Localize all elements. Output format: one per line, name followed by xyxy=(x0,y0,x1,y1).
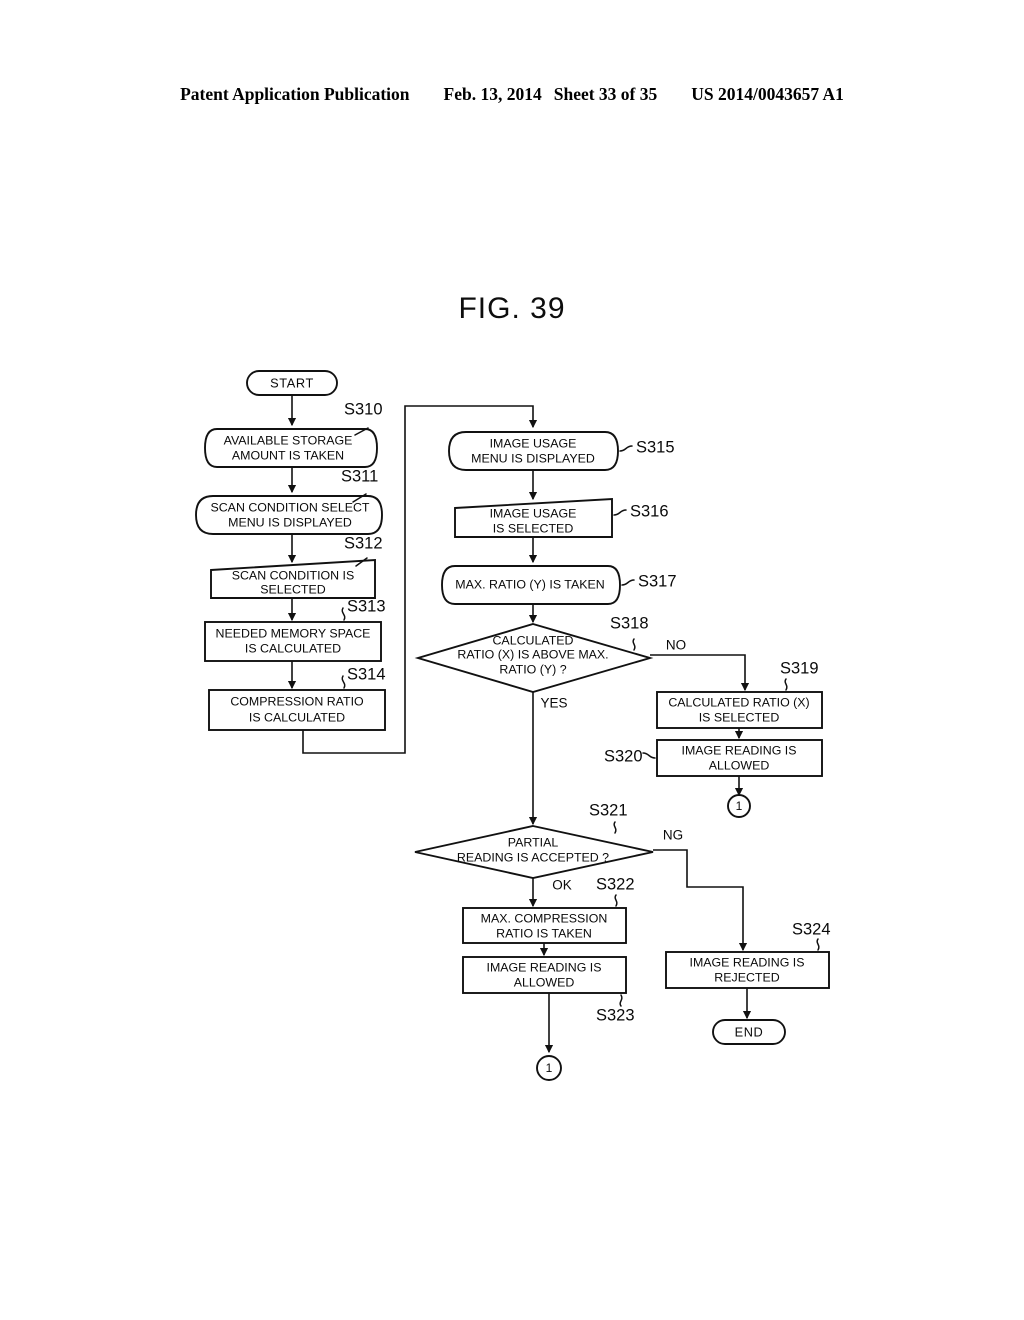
node-s311-line-1: MENU IS DISPLAYED xyxy=(228,515,352,529)
node-s312: SCAN CONDITION IS SELECTED xyxy=(210,558,376,599)
node-s323: IMAGE READING IS ALLOWED xyxy=(462,956,627,994)
step-label-s321: S321 xyxy=(589,801,628,819)
leader-s321 xyxy=(613,821,617,834)
node-s324-line-0: IMAGE READING IS xyxy=(690,955,805,969)
node-s318: CALCULATED RATIO (X) IS ABOVE MAX. RATIO… xyxy=(414,623,654,693)
node-s314-line-0: COMPRESSION RATIO xyxy=(230,694,364,708)
node-s319-line-1: IS SELECTED xyxy=(699,710,780,724)
leader-s320 xyxy=(642,752,656,759)
leader-s313 xyxy=(341,607,346,621)
connector-circle-b: 1 xyxy=(536,1055,562,1081)
step-label-s314: S314 xyxy=(347,665,386,683)
branch-label-s318-no: NO xyxy=(666,638,686,653)
leader-s316 xyxy=(613,509,627,516)
step-label-s315: S315 xyxy=(636,438,675,456)
edge-s318-no-s319 xyxy=(650,654,750,692)
step-label-s323: S323 xyxy=(596,1006,635,1024)
node-s315-line-1: MENU IS DISPLAYED xyxy=(471,451,595,465)
edge-s321-ng-s324 xyxy=(653,849,748,952)
step-label-s316: S316 xyxy=(630,502,669,520)
node-s314-line-1: IS CALCULATED xyxy=(249,710,345,724)
node-s316-line-1: IS SELECTED xyxy=(493,521,574,535)
node-s315: IMAGE USAGE MENU IS DISPLAYED xyxy=(448,431,619,471)
node-s314: COMPRESSION RATIO IS CALCULATED xyxy=(208,689,386,731)
node-s313: NEEDED MEMORY SPACE IS CALCULATED xyxy=(204,621,382,662)
node-s321-line-0: PARTIAL xyxy=(508,835,559,849)
node-s312-line-0: SCAN CONDITION IS xyxy=(232,568,355,582)
step-label-s318: S318 xyxy=(610,614,649,632)
node-s310: AVAILABLE STORAGE AMOUNT IS TAKEN xyxy=(204,428,378,468)
leader-s323 xyxy=(619,994,623,1007)
branch-label-s321-ok: OK xyxy=(552,878,572,893)
node-s310-line-0: AVAILABLE STORAGE xyxy=(224,433,353,447)
step-label-s310: S310 xyxy=(344,400,383,418)
node-s322-line-0: MAX. COMPRESSION xyxy=(481,911,608,925)
node-s317: MAX. RATIO (Y) IS TAKEN xyxy=(441,565,621,605)
connector-circle-b-label: 1 xyxy=(546,1061,553,1075)
node-s319: CALCULATED RATIO (X) IS SELECTED xyxy=(656,691,823,729)
node-s310-line-1: AMOUNT IS TAKEN xyxy=(232,448,344,462)
leader-s318 xyxy=(632,638,636,651)
step-label-s320: S320 xyxy=(604,747,643,765)
node-end-label: END xyxy=(735,1024,764,1039)
node-s313-line-0: NEEDED MEMORY SPACE xyxy=(216,626,371,640)
connector-circle-a-label: 1 xyxy=(736,799,743,813)
node-start: START xyxy=(246,370,338,396)
node-s316: IMAGE USAGE IS SELECTED xyxy=(454,497,613,538)
node-s315-line-0: IMAGE USAGE xyxy=(490,436,577,450)
node-s322-line-1: RATIO IS TAKEN xyxy=(496,926,592,940)
leader-s322 xyxy=(614,894,618,907)
node-start-label: START xyxy=(270,375,314,390)
branch-label-s318-yes: YES xyxy=(540,696,567,711)
node-s320-line-0: IMAGE READING IS xyxy=(682,743,797,757)
node-s317-line-0: MAX. RATIO (Y) IS TAKEN xyxy=(455,577,604,591)
step-label-s322: S322 xyxy=(596,875,635,893)
node-s322: MAX. COMPRESSION RATIO IS TAKEN xyxy=(462,907,627,944)
step-label-s312: S312 xyxy=(344,534,383,552)
node-end: END xyxy=(712,1019,786,1045)
leader-s317 xyxy=(621,579,635,586)
node-s319-line-0: CALCULATED RATIO (X) xyxy=(668,695,809,709)
step-label-s319: S319 xyxy=(780,659,819,677)
node-s320: IMAGE READING IS ALLOWED xyxy=(656,739,823,777)
node-s323-line-1: ALLOWED xyxy=(514,975,575,989)
node-s323-line-0: IMAGE READING IS xyxy=(487,960,602,974)
leader-s314 xyxy=(341,675,346,689)
leader-s319 xyxy=(784,678,788,691)
node-s313-line-1: IS CALCULATED xyxy=(245,641,341,655)
leader-s315 xyxy=(619,445,633,452)
node-s312-line-1: SELECTED xyxy=(260,582,325,596)
step-label-s311: S311 xyxy=(341,467,378,485)
leader-s324 xyxy=(816,938,820,951)
branch-label-s321-ng: NG xyxy=(663,828,683,843)
node-s324-line-1: REJECTED xyxy=(714,970,779,984)
node-s318-line-1: RATIO (X) IS ABOVE MAX. xyxy=(457,647,608,661)
node-s318-line-2: RATIO (Y) ? xyxy=(499,662,566,676)
step-label-s324: S324 xyxy=(792,920,831,938)
node-s316-line-0: IMAGE USAGE xyxy=(490,506,577,520)
node-s318-line-0: CALCULATED xyxy=(492,633,573,647)
node-s320-line-1: ALLOWED xyxy=(709,758,770,772)
node-s324: IMAGE READING IS REJECTED xyxy=(665,951,830,989)
connector-circle-a: 1 xyxy=(727,794,751,818)
node-s321: PARTIAL READING IS ACCEPTED ? xyxy=(414,825,654,879)
step-label-s313: S313 xyxy=(347,597,386,615)
node-s321-line-1: READING IS ACCEPTED ? xyxy=(457,850,609,864)
node-s311-line-0: SCAN CONDITION SELECT xyxy=(210,500,369,514)
step-label-s317: S317 xyxy=(638,572,677,590)
flowchart-diagram: START AVAILABLE STORAGE AMOUNT IS TAKEN … xyxy=(195,370,831,1081)
patent-page: Patent Application Publication Feb. 13, 2… xyxy=(0,0,1024,1320)
